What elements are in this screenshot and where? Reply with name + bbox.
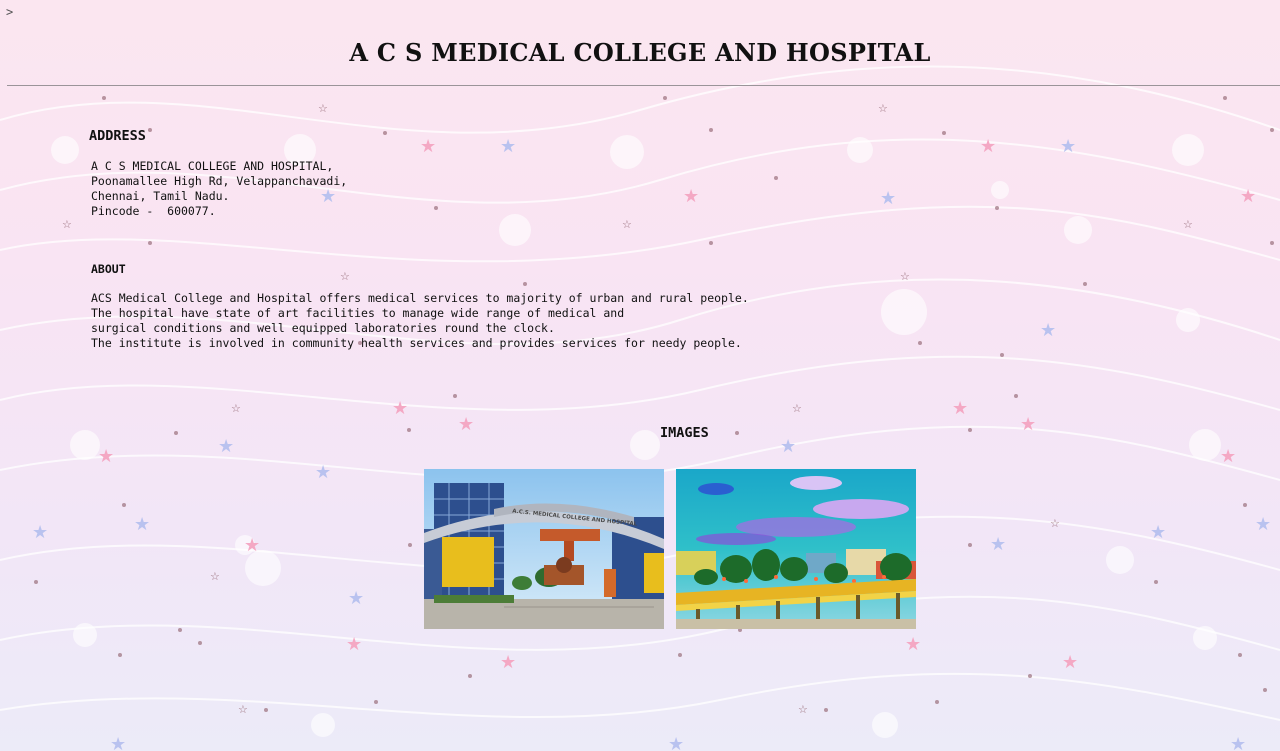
svg-text:☆: ☆ xyxy=(318,102,328,115)
svg-text:★: ★ xyxy=(990,534,1006,555)
svg-text:★: ★ xyxy=(1230,734,1246,751)
svg-text:★: ★ xyxy=(218,436,234,457)
campus-panorama-image xyxy=(676,469,916,629)
svg-text:★: ★ xyxy=(1240,186,1256,207)
svg-text:☆: ☆ xyxy=(798,703,808,716)
svg-text:★: ★ xyxy=(1255,514,1271,535)
svg-text:☆: ☆ xyxy=(622,218,632,231)
svg-text:☆: ☆ xyxy=(1050,517,1060,530)
svg-text:☆: ☆ xyxy=(340,270,350,283)
svg-text:☆: ☆ xyxy=(62,218,72,231)
svg-text:☆: ☆ xyxy=(210,570,220,583)
address-line: Pincode - 600077. xyxy=(91,204,216,218)
background-pattern: ★ ★ ★ ★ ★ ★ ★ ★ ★ ★ ★ ★ ★ ★ ★ ★ ★ ★ ★ ★ ★ ★ ★ ★ ★ ★ ★… xyxy=(0,65,1280,751)
svg-text:★: ★ xyxy=(880,188,896,209)
svg-text:★: ★ xyxy=(244,535,260,556)
address-line: Poonamallee High Rd, Velappanchavadi, xyxy=(91,174,348,188)
svg-text:★: ★ xyxy=(346,634,362,655)
svg-text:★: ★ xyxy=(500,652,516,673)
about-line: The hospital have state of art facilitie… xyxy=(91,306,625,320)
svg-text:★: ★ xyxy=(458,414,474,435)
svg-text:☆: ☆ xyxy=(792,402,802,415)
svg-text:☆: ☆ xyxy=(900,270,910,283)
svg-text:☆: ☆ xyxy=(238,703,248,716)
svg-text:☆: ☆ xyxy=(231,402,241,415)
address-line: A C S MEDICAL COLLEGE AND HOSPITAL, xyxy=(91,159,334,173)
svg-text:★: ★ xyxy=(1060,136,1076,157)
address-block: A C S MEDICAL COLLEGE AND HOSPITAL, Poona… xyxy=(91,159,347,219)
svg-text:★: ★ xyxy=(952,398,968,419)
chevron-icon[interactable]: > xyxy=(6,5,13,19)
svg-text:★: ★ xyxy=(780,436,796,457)
page-title: A C S MEDICAL COLLEGE AND HOSPITAL xyxy=(349,38,931,67)
header-divider xyxy=(7,85,1280,86)
address-heading: ADDRESS xyxy=(89,128,146,144)
svg-text:★: ★ xyxy=(1040,320,1056,341)
svg-text:★: ★ xyxy=(348,588,364,609)
svg-text:★: ★ xyxy=(500,136,516,157)
svg-text:★: ★ xyxy=(1150,522,1166,543)
svg-text:☆: ☆ xyxy=(878,102,888,115)
svg-text:★: ★ xyxy=(1062,652,1078,673)
svg-text:★: ★ xyxy=(1020,414,1036,435)
svg-text:★: ★ xyxy=(905,634,921,655)
svg-text:★: ★ xyxy=(392,398,408,419)
svg-text:★: ★ xyxy=(315,462,331,483)
svg-text:★: ★ xyxy=(1220,446,1236,467)
about-heading: ABOUT xyxy=(91,262,126,276)
svg-text:★: ★ xyxy=(98,446,114,467)
images-heading: IMAGES xyxy=(660,425,709,441)
address-line: Chennai, Tamil Nadu. xyxy=(91,189,230,203)
college-gate-image: A.C.S. MEDICAL COLLEGE AND HOSPITAL xyxy=(424,469,664,629)
svg-text:★: ★ xyxy=(32,522,48,543)
svg-text:★: ★ xyxy=(980,136,996,157)
svg-text:★: ★ xyxy=(668,734,684,751)
svg-text:☆: ☆ xyxy=(1183,218,1193,231)
svg-text:★: ★ xyxy=(110,734,126,751)
about-line: surgical conditions and well equipped la… xyxy=(91,321,555,335)
svg-text:★: ★ xyxy=(683,186,699,207)
about-line: The institute is involved in community h… xyxy=(91,336,742,350)
svg-text:★: ★ xyxy=(420,136,436,157)
about-block: ACS Medical College and Hospital offers … xyxy=(91,291,749,351)
svg-text:★: ★ xyxy=(134,514,150,535)
about-line: ACS Medical College and Hospital offers … xyxy=(91,291,749,305)
